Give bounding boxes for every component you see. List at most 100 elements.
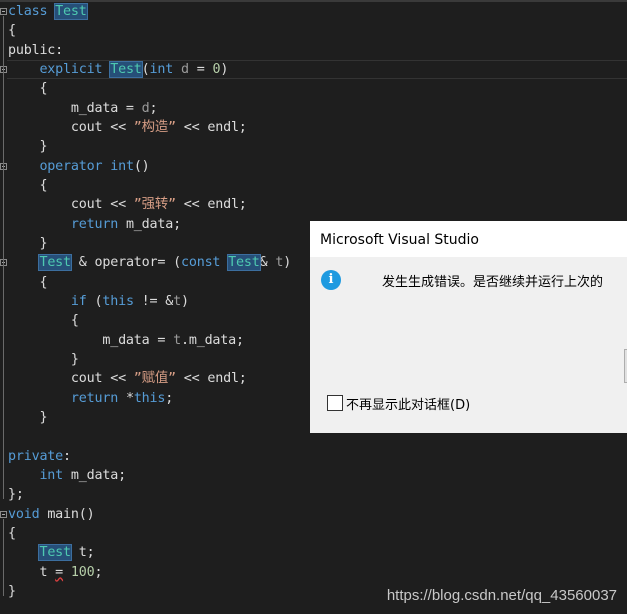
- code-line[interactable]: m_data = t.m_data;: [8, 331, 244, 350]
- code-token: ;: [94, 564, 103, 580]
- code-token: void: [8, 506, 48, 522]
- code-token: return: [8, 390, 126, 406]
- code-token: private: [8, 448, 64, 464]
- code-line[interactable]: return *this;: [8, 389, 173, 408]
- code-token: public: [8, 42, 56, 58]
- fold-guide: [3, 73, 4, 152]
- code-line[interactable]: {: [8, 21, 16, 40]
- code-line[interactable]: void main(): [8, 505, 95, 524]
- code-token: .m_data;: [180, 332, 244, 348]
- code-token: *: [125, 390, 134, 406]
- code-line[interactable]: {: [8, 311, 79, 330]
- code-token: t;: [70, 545, 95, 561]
- code-line[interactable]: return m_data;: [8, 215, 181, 234]
- code-line[interactable]: }: [8, 350, 79, 369]
- code-token: explicit: [8, 61, 111, 77]
- code-token: != &: [133, 293, 174, 309]
- code-token: operator: [8, 158, 111, 174]
- code-token: this: [133, 390, 166, 406]
- code-token: {: [8, 313, 79, 329]
- code-token: (): [133, 158, 150, 174]
- code-token: << endl;: [175, 371, 247, 387]
- code-token: return: [8, 216, 126, 232]
- code-token: {: [8, 23, 16, 39]
- code-token: if: [8, 293, 95, 309]
- code-line[interactable]: public:: [8, 41, 63, 60]
- code-token: ): [220, 61, 229, 77]
- dont-show-again-checkbox[interactable]: [327, 395, 343, 411]
- code-token: m_data =: [8, 332, 174, 348]
- code-token: =: [188, 61, 213, 77]
- code-line[interactable]: {: [8, 79, 47, 98]
- fold-toggle-icon[interactable]: [0, 510, 7, 518]
- code-token: d: [181, 61, 189, 77]
- code-token: {: [8, 525, 16, 541]
- fold-guide: [3, 518, 4, 596]
- code-token: :: [55, 42, 64, 58]
- code-token: ”构造”: [133, 119, 176, 135]
- code-token: m_data =: [8, 100, 142, 116]
- code-line[interactable]: }: [8, 582, 16, 601]
- code-token: 100: [70, 564, 95, 580]
- editor-top-border: [0, 0, 627, 2]
- code-token: (: [141, 61, 150, 77]
- code-line[interactable]: cout << ”构造” << endl;: [8, 118, 247, 137]
- code-token: {: [8, 177, 48, 193]
- code-token: Test: [38, 544, 72, 562]
- code-line[interactable]: {: [8, 273, 47, 292]
- code-token: cout <<: [8, 371, 134, 387]
- code-token: << endl;: [175, 119, 247, 135]
- watermark: https://blog.csdn.net/qq_43560037: [386, 587, 617, 604]
- code-token: t: [173, 332, 181, 348]
- code-token: {: [8, 274, 48, 290]
- code-line[interactable]: int m_data;: [8, 466, 126, 485]
- code-token: }: [8, 409, 48, 425]
- code-line[interactable]: {: [8, 524, 16, 543]
- code-token: }: [8, 351, 79, 367]
- code-line[interactable]: class Test: [8, 2, 88, 21]
- code-token: Test: [109, 60, 143, 78]
- code-token: this: [102, 293, 134, 309]
- code-line[interactable]: }: [8, 137, 47, 156]
- code-line[interactable]: explicit Test(int d = 0): [8, 60, 228, 79]
- code-line[interactable]: };: [8, 485, 24, 504]
- code-line[interactable]: Test & operator= (const Test& t): [8, 253, 291, 272]
- code-token: cout <<: [8, 119, 134, 135]
- code-token: }: [8, 583, 16, 599]
- code-line[interactable]: cout << ”强转” << endl;: [8, 195, 247, 214]
- code-line[interactable]: if (this != &t): [8, 292, 189, 311]
- fold-guide: [3, 267, 4, 422]
- code-line[interactable]: }: [8, 234, 47, 253]
- dont-show-again-label[interactable]: 不再显示此对话框(D): [346, 394, 470, 413]
- dialog-title: Microsoft Visual Studio: [310, 221, 627, 257]
- code-token: << endl;: [175, 197, 247, 213]
- code-token: ;: [165, 390, 174, 406]
- code-line[interactable]: private:: [8, 447, 71, 466]
- code-line[interactable]: }: [8, 408, 47, 427]
- code-token: m_data;: [125, 216, 181, 232]
- info-icon: i: [321, 270, 341, 290]
- code-token: int: [149, 61, 181, 77]
- code-token: & operator= (: [70, 255, 181, 271]
- code-token: Test: [227, 254, 261, 272]
- code-line[interactable]: m_data = d;: [8, 99, 158, 118]
- code-token: ;: [149, 100, 158, 116]
- code-line[interactable]: t = 100;: [8, 563, 102, 582]
- code-line[interactable]: {: [8, 176, 47, 195]
- code-token: ): [181, 293, 189, 309]
- code-token: ”赋值”: [133, 371, 176, 387]
- code-token: class: [8, 4, 56, 19]
- code-token: =: [55, 564, 64, 580]
- code-line[interactable]: operator int(): [8, 157, 150, 176]
- code-line[interactable]: cout << ”赋值” << endl;: [8, 369, 247, 388]
- code-token: int: [110, 158, 134, 174]
- message-dialog: Microsoft Visual Studio i 发生生成错误。是否继续并运行…: [310, 221, 627, 433]
- code-token: }: [8, 235, 48, 251]
- code-line[interactable]: Test t;: [8, 543, 95, 562]
- code-token: {: [8, 81, 48, 97]
- code-token: t: [173, 293, 181, 309]
- fold-toggle-icon[interactable]: [0, 8, 7, 15]
